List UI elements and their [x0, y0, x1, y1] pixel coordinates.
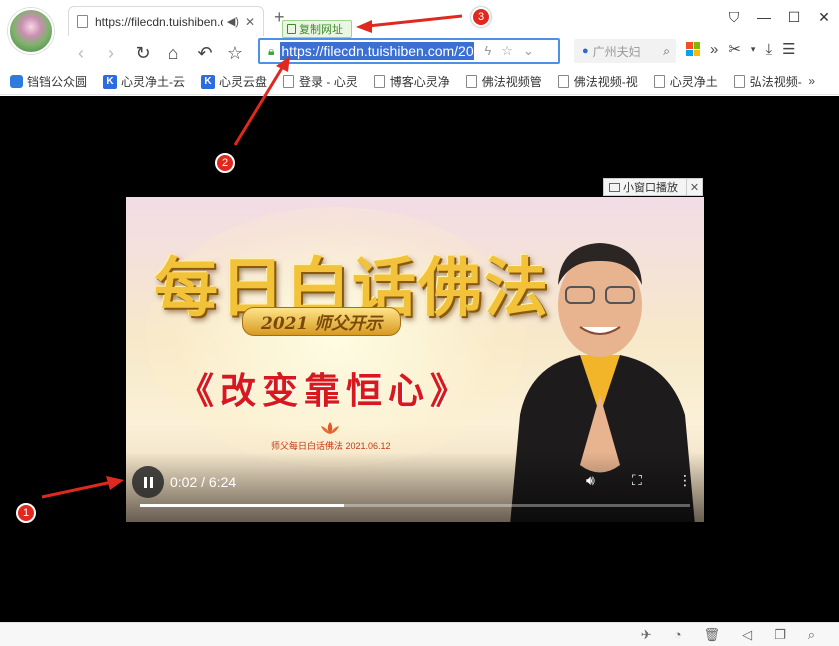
search-placeholder: 广州夫妇 [592, 44, 641, 59]
apps-grid-icon[interactable] [686, 42, 700, 56]
tab-close-button[interactable]: ✕ [245, 15, 255, 29]
bookmark-item[interactable]: 弘法视频- [733, 73, 802, 90]
download-icon[interactable]: ⤓ [765, 41, 772, 58]
page-icon [653, 75, 665, 88]
bookmark-item[interactable]: 佛法视频管 [465, 73, 542, 90]
back-icon[interactable]: ‹ [68, 40, 94, 66]
progress-fill [140, 504, 344, 507]
rocket-icon[interactable]: ✈ [641, 627, 652, 643]
bookmark-item[interactable]: K 心灵净土-云 [103, 73, 185, 90]
forward-icon[interactable]: › [98, 40, 124, 66]
copy-icon [287, 24, 296, 34]
search-box[interactable]: ● 广州夫妇 ⌕ [574, 39, 676, 63]
search-icon[interactable]: ⌕ [663, 44, 670, 59]
mini-player-label: 小窗口播放 [623, 182, 678, 194]
pause-button[interactable] [132, 466, 164, 498]
bookmark-label: 佛法视频-视 [573, 75, 638, 89]
trash-icon[interactable]: 🗑︎ [704, 627, 721, 643]
reload-icon[interactable]: ↻ [130, 40, 156, 66]
k-icon: K [201, 74, 216, 89]
bookmark-item[interactable]: 博客心灵净 [373, 73, 450, 90]
window-icon[interactable]: ❐ [774, 627, 786, 643]
menu-icon[interactable]: ☰ [782, 40, 795, 58]
bookmarks-bar: 铛铛公众圆 K 心灵净土-云 K 心灵云盘 登录 - 心灵 博客心灵净 佛法视频管 … [0, 69, 839, 95]
volume-icon[interactable]: 🔊︎ [586, 472, 595, 489]
page-icon [465, 75, 477, 88]
video-caption: 师父每日白话佛法 2021.06.12 [271, 441, 391, 451]
bookmarks-more-button[interactable]: » [808, 74, 815, 88]
minimize-button[interactable]: — [749, 9, 779, 25]
bookmark-item[interactable]: 登录 - 心灵 [283, 73, 358, 90]
undo-close-icon[interactable]: ↶ [192, 40, 218, 66]
bookmark-label: 佛法视频管 [481, 75, 542, 89]
skin-icon[interactable]: ⛉ [719, 9, 749, 26]
page-icon [283, 75, 295, 88]
close-window-button[interactable]: ✕ [809, 9, 839, 26]
video-ribbon: 2021 师父开示 [242, 307, 402, 336]
bookmark-item[interactable]: K 心灵云盘 [201, 73, 267, 90]
mini-window-icon [609, 182, 620, 192]
copy-url-tooltip[interactable]: 复制网址 [282, 20, 352, 38]
bookmark-label: 铛铛公众圆 [27, 75, 88, 89]
user-avatar[interactable] [8, 8, 54, 54]
video-controls: 0:02 / 6:24 🔊︎ ⛶ ⋮ [126, 452, 704, 522]
video-subtitle: 《改变靠恒心》 [178, 370, 473, 412]
toolbar-tools: » ✂ ▾ ⤓ ☰ [686, 40, 796, 58]
page-icon [373, 75, 385, 88]
video-time: 0:02 / 6:24 [170, 474, 237, 490]
bookmark-label: 心灵净土-云 [121, 75, 186, 89]
bookmark-label: 心灵云盘 [219, 75, 268, 89]
favorite-icon[interactable]: ☆ [501, 43, 513, 59]
baidu-icon: ● [582, 45, 589, 57]
more-tools-icon[interactable]: » [710, 41, 718, 58]
speaker-icon[interactable]: ◀) [227, 15, 239, 28]
fullscreen-icon[interactable]: ⛶ [632, 472, 642, 489]
navigation-bar: ‹ › ↻ ⌂ ↶ ☆ 🔒︎ https://filecdn.tuishiben… [0, 36, 839, 68]
scissors-dropdown-icon[interactable]: ▾ [751, 44, 756, 55]
bookmark-item[interactable]: 佛法视频-视 [557, 73, 638, 90]
bookmark-label: 博客心灵净 [389, 75, 450, 89]
speed-icon[interactable]: ◔ [674, 627, 682, 642]
bookmark-star-icon[interactable]: ☆ [222, 40, 248, 66]
page-icon [733, 75, 745, 88]
bookmark-label: 心灵净土 [669, 75, 718, 89]
scissors-icon[interactable]: ✂ [728, 40, 741, 58]
bookmark-label: 弘法视频- [749, 75, 802, 89]
lotus-icon [321, 422, 339, 434]
copy-url-label: 复制网址 [299, 24, 343, 36]
mute-icon[interactable]: ◁ [742, 627, 752, 643]
annotation-badge-3: 3 [471, 7, 491, 27]
page-icon [77, 15, 88, 28]
maximize-button[interactable]: ☐ [779, 9, 809, 26]
bookmark-item[interactable]: 铛铛公众圆 [10, 73, 87, 90]
more-options-icon[interactable]: ⋮ [678, 472, 692, 489]
mini-player-button[interactable]: 小窗口播放 ✕ [603, 178, 703, 196]
bookmark-label: 登录 - 心灵 [299, 75, 358, 89]
address-bar[interactable]: 🔒︎ https://filecdn.tuishiben.com/20 ϟ ☆ … [258, 38, 560, 64]
chevron-down-icon[interactable]: ⌄ [523, 43, 534, 59]
home-icon[interactable]: ⌂ [160, 40, 186, 66]
page-icon [557, 75, 569, 88]
mini-player-close-button[interactable]: ✕ [686, 179, 702, 195]
bookmark-item[interactable]: 心灵净土 [653, 73, 718, 90]
video-player[interactable]: 每日白话佛法 2021 师父开示 《改变靠恒心》 师父每日白话佛法 2021.0… [126, 197, 704, 522]
video-viewer: 小窗口播放 ✕ 每日白话佛法 2021 师父开示 《改变靠恒心》 师父每日白话佛… [0, 96, 839, 622]
lightning-icon[interactable]: ϟ [484, 43, 491, 59]
annotation-badge-1: 1 [16, 503, 36, 523]
status-bar: ✈ ◔ 🗑︎ ◁ ❐ ⌕ [0, 622, 839, 646]
zoom-icon[interactable]: ⌕ [808, 627, 815, 643]
browser-tab[interactable]: https://filecdn.tuishiben.c ◀) ✕ [68, 6, 264, 36]
progress-track[interactable] [140, 504, 690, 507]
qq-icon [10, 75, 23, 88]
lock-icon: 🔒︎ [268, 43, 275, 58]
annotation-badge-2: 2 [215, 153, 235, 173]
window-controls: ⛉ — ☐ ✕ [719, 0, 839, 34]
tab-title: https://filecdn.tuishiben.c [95, 14, 223, 29]
k-icon: K [103, 74, 118, 89]
tab-strip: https://filecdn.tuishiben.c ◀) ✕ + 复制网址 … [0, 0, 839, 54]
address-url[interactable]: https://filecdn.tuishiben.com/20 [280, 42, 475, 60]
